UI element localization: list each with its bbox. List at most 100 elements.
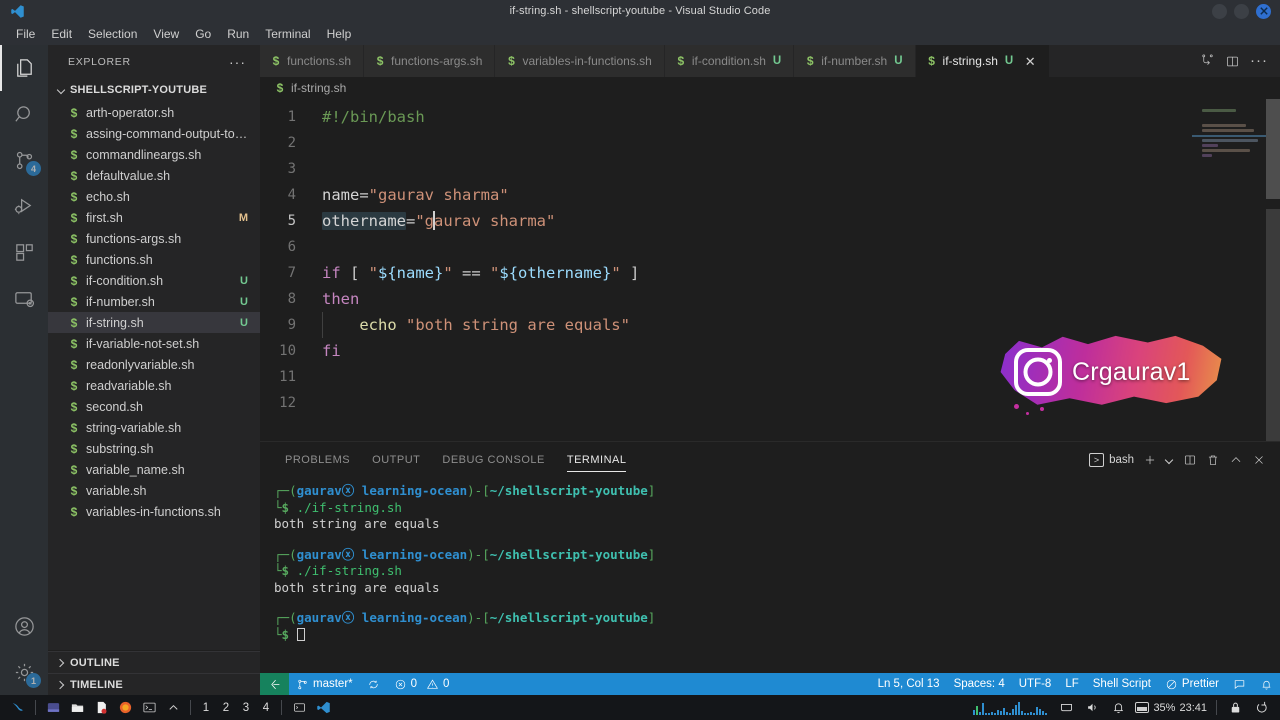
file-item[interactable]: $ string-variable.sh	[48, 417, 260, 438]
activity-settings[interactable]: 1	[0, 649, 48, 695]
file-item[interactable]: $ second.sh	[48, 396, 260, 417]
activity-search[interactable]	[0, 91, 48, 137]
terminal-output[interactable]: ┌─(gauravⓧ learning-ocean)-[~/shellscrip…	[260, 477, 1280, 673]
terminal-command-line[interactable]: └$	[274, 627, 1280, 644]
terminal-shell-selector[interactable]: > bash	[1089, 452, 1134, 467]
code-line[interactable]: 7 if [ "${name}" == "${othername}" ]	[260, 260, 1192, 286]
status-indentation[interactable]: Spaces: 4	[947, 673, 1012, 695]
folder-root[interactable]: SHELLSCRIPT-YOUTUBE	[48, 79, 260, 101]
editor-tab[interactable]: $ if-number.sh U	[794, 45, 916, 77]
editor-tabs[interactable]: $ functions.sh $ functions-args.sh $ variable…	[260, 45, 1051, 77]
file-item[interactable]: $ substring.sh	[48, 438, 260, 459]
file-item[interactable]: $ assing-command-output-to-...	[48, 123, 260, 144]
workspace-3[interactable]: 3	[236, 702, 256, 714]
file-list[interactable]: $ arth-operator.sh $ assing-command-output-…	[48, 101, 260, 650]
split-editor-icon[interactable]	[1225, 54, 1240, 69]
folder-icon[interactable]	[65, 695, 89, 720]
explorer-more-icon[interactable]: ···	[229, 55, 246, 69]
editor-tab[interactable]: $ if-string.sh U ✕	[915, 45, 1051, 77]
maximize-icon[interactable]	[1234, 3, 1249, 19]
file-item[interactable]: $ echo.sh	[48, 186, 260, 207]
editor-tab[interactable]: $ functions.sh	[260, 45, 365, 77]
workspace-4[interactable]: 4	[256, 702, 276, 714]
file-item[interactable]: $ readvariable.sh	[48, 375, 260, 396]
menu-view[interactable]: View	[145, 25, 187, 43]
file-item[interactable]: $ readonlyvariable.sh	[48, 354, 260, 375]
tab-output[interactable]: OUTPUT	[361, 442, 431, 477]
activity-run-debug[interactable]	[0, 183, 48, 229]
section-outline[interactable]: OUTLINE	[48, 651, 260, 673]
bell-icon[interactable]	[1105, 695, 1131, 720]
menu-edit[interactable]: Edit	[43, 25, 80, 43]
status-encoding[interactable]: UTF-8	[1012, 673, 1059, 695]
scrollbar-track[interactable]	[1266, 209, 1280, 441]
activity-source-control[interactable]: 4	[0, 137, 48, 183]
battery-status[interactable]: 35% 23:41	[1131, 702, 1211, 714]
status-eol[interactable]: LF	[1058, 673, 1085, 695]
file-item[interactable]: $ if-string.sh U	[48, 312, 260, 333]
terminal-command-line[interactable]: └$ ./if-string.sh	[274, 563, 1280, 580]
status-sync[interactable]	[360, 673, 387, 695]
status-problems[interactable]: 0 0	[387, 673, 457, 695]
file-item[interactable]: $ arth-operator.sh	[48, 102, 260, 123]
file-item[interactable]: $ commandlineargs.sh	[48, 144, 260, 165]
status-notifications[interactable]	[1253, 673, 1280, 695]
breadcrumb[interactable]: $ if-string.sh	[260, 77, 1280, 99]
tab-debug-console[interactable]: DEBUG CONSOLE	[431, 442, 555, 477]
code-line[interactable]: 1 #!/bin/bash	[260, 104, 1192, 130]
code-line[interactable]: 2	[260, 130, 1192, 156]
activity-remote-explorer[interactable]	[0, 275, 48, 321]
editor-tab[interactable]: $ functions-args.sh	[364, 45, 496, 77]
tab-problems[interactable]: PROBLEMS	[274, 442, 361, 477]
code-line[interactable]: 4 name="gaurav sharma"	[260, 182, 1192, 208]
file-item[interactable]: $ first.sh M	[48, 207, 260, 228]
file-item[interactable]: $ functions.sh	[48, 249, 260, 270]
lock-icon[interactable]	[1222, 695, 1248, 720]
file-item[interactable]: $ variable_name.sh	[48, 459, 260, 480]
terminal-icon[interactable]	[41, 695, 65, 720]
kali-dragon-icon[interactable]	[6, 695, 30, 720]
tab-terminal[interactable]: TERMINAL	[556, 442, 638, 477]
file-item[interactable]: $ variables-in-functions.sh	[48, 501, 260, 522]
editor-scrollbar[interactable]	[1266, 99, 1280, 441]
chevron-up-icon[interactable]	[1229, 453, 1243, 467]
workspace-2[interactable]: 2	[216, 702, 236, 714]
plus-icon[interactable]	[1143, 453, 1157, 467]
file-item[interactable]: $ functions-args.sh	[48, 228, 260, 249]
section-timeline[interactable]: TIMELINE	[48, 673, 260, 695]
close-icon[interactable]	[1256, 3, 1271, 19]
file-item[interactable]: $ variable.sh	[48, 480, 260, 501]
split-in-group-icon[interactable]	[1200, 53, 1215, 69]
menu-selection[interactable]: Selection	[80, 25, 145, 43]
trash-icon[interactable]	[1206, 453, 1220, 467]
power-icon[interactable]	[1248, 695, 1274, 720]
file-item[interactable]: $ if-number.sh U	[48, 291, 260, 312]
status-feedback[interactable]	[1226, 673, 1253, 695]
more-actions-icon[interactable]: ···	[1250, 53, 1268, 68]
firefox-icon[interactable]	[113, 695, 137, 720]
display-icon[interactable]	[1053, 695, 1079, 720]
split-terminal-icon[interactable]	[1183, 453, 1197, 467]
scrollbar-thumb[interactable]	[1266, 99, 1280, 199]
status-cursor-position[interactable]: Ln 5, Col 13	[871, 673, 947, 695]
status-formatter[interactable]: Prettier	[1158, 673, 1226, 695]
editor-tab[interactable]: $ variables-in-functions.sh	[495, 45, 665, 77]
code-line[interactable]: 3	[260, 156, 1192, 182]
file-item[interactable]: $ if-condition.sh U	[48, 270, 260, 291]
document-icon[interactable]	[89, 695, 113, 720]
vscode-logo-icon[interactable]	[311, 695, 335, 720]
chevron-up-icon[interactable]	[161, 695, 185, 720]
network-graph-icon[interactable]	[973, 700, 1048, 715]
activity-explorer[interactable]	[0, 45, 48, 91]
close-icon[interactable]	[1252, 453, 1266, 467]
menu-help[interactable]: Help	[319, 25, 360, 43]
code-line[interactable]: 8 then	[260, 286, 1192, 312]
window-icon[interactable]	[287, 695, 311, 720]
file-item[interactable]: $ defaultvalue.sh	[48, 165, 260, 186]
workspace-1[interactable]: 1	[196, 702, 216, 714]
volume-icon[interactable]	[1079, 695, 1105, 720]
close-icon[interactable]: ✕	[1023, 54, 1037, 68]
console-icon[interactable]	[137, 695, 161, 720]
menu-run[interactable]: Run	[219, 25, 257, 43]
code-line[interactable]: 5 othername="gaurav sharma"	[260, 208, 1192, 234]
